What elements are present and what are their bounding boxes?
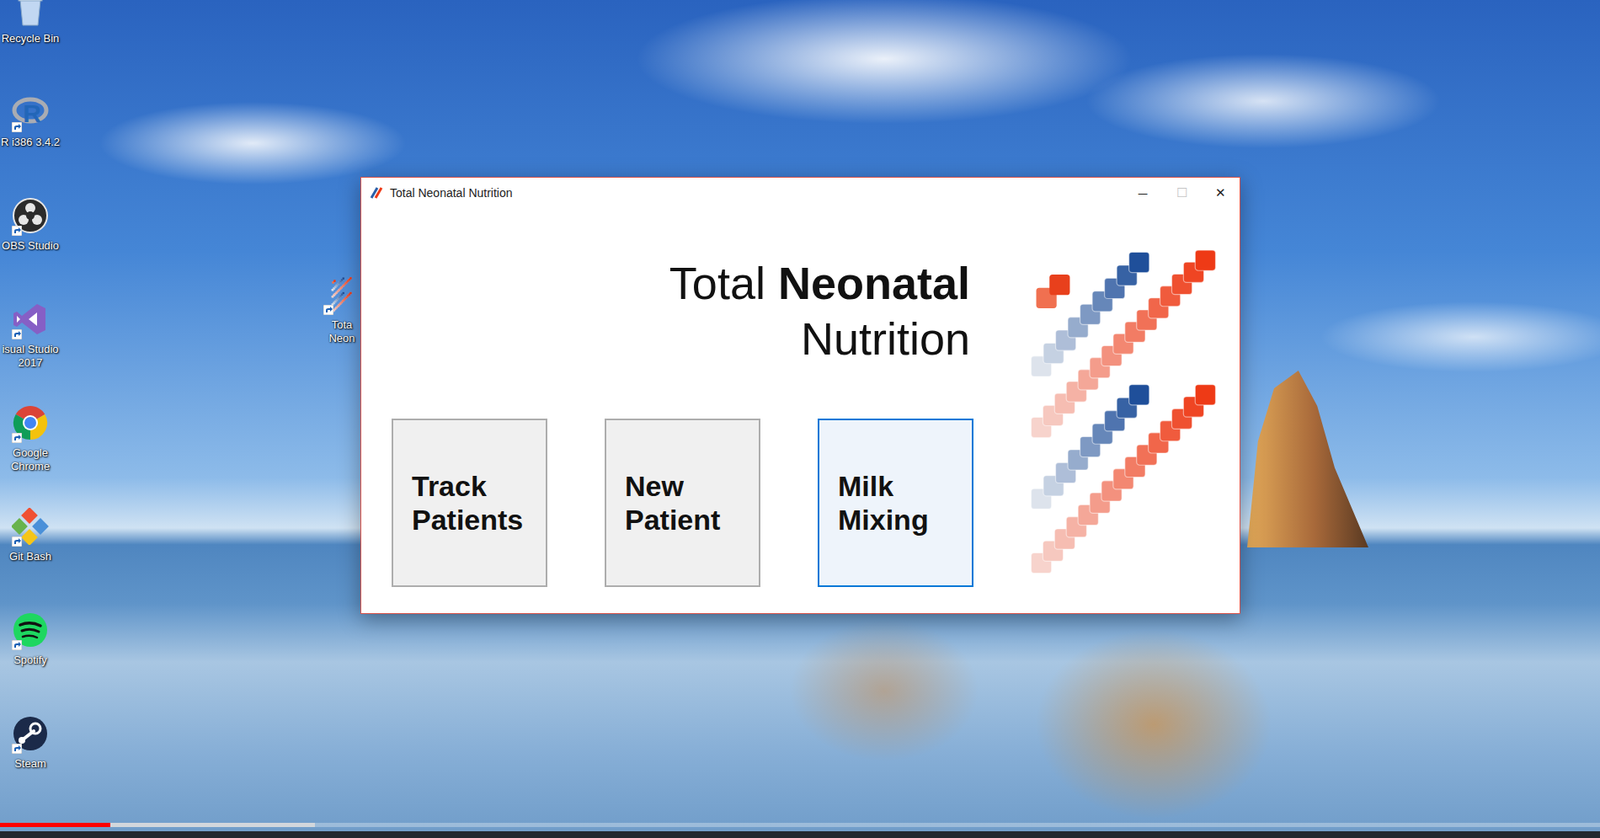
desktop-icon[interactable]: Steam [0, 706, 64, 811]
desktop-icon-image [10, 506, 51, 547]
desktop-icon-image [10, 298, 51, 340]
shortcut-arrow-icon [323, 304, 334, 315]
tile-button[interactable]: Milk Mixing [817, 418, 974, 587]
desktop-icon[interactable]: R R i386 3.4.2 [0, 85, 64, 189]
desktop-icon-image [10, 713, 51, 754]
title-bar[interactable]: Total Neonatal Nutrition ─☐✕ [361, 177, 1240, 208]
app-logo [1024, 241, 1228, 579]
desktop-icon[interactable]: OBS Studio [0, 188, 64, 293]
desktop-icon-label: Google Chrome [0, 446, 64, 474]
window-controls: ─☐✕ [1123, 177, 1240, 208]
app-window: Total Neonatal Nutrition─☐✕Total Neonata… [360, 176, 1241, 614]
desktop-icon-label: Steam [14, 757, 47, 771]
desktop-icon-label: Git Bash [9, 549, 52, 564]
desktop: Recycle Bin R R i386 3.4.2 OBS Studio isual … [0, 0, 1600, 838]
desktop-icon[interactable]: Google Chrome [0, 395, 64, 500]
desktop-icon[interactable]: Spotify [0, 602, 64, 707]
tile-button[interactable]: New Patient [604, 418, 761, 587]
desktop-icon-image: R [10, 91, 51, 133]
desktop-icon-column: Recycle Bin R R i386 3.4.2 OBS Studio isual … [0, 0, 64, 811]
window-body: Total NeonatalNutrition Track Patients New… [361, 208, 1240, 614]
played-fill [0, 822, 111, 827]
player-controls-strip [0, 831, 1600, 838]
close-button[interactable]: ✕ [1200, 177, 1240, 208]
desktop-icon-image [10, 0, 51, 29]
video-progress-bar[interactable] [0, 822, 1600, 827]
svg-text:R: R [22, 99, 42, 128]
app-logo-icon [369, 186, 384, 200]
main-column: Total NeonatalNutrition Track Patients New… [361, 208, 976, 614]
desktop-icon-label: R i386 3.4.2 [0, 135, 60, 150]
shortcut-arrow-icon [11, 329, 22, 340]
shortcut-arrow-icon [11, 536, 22, 547]
shortcut-arrow-icon [11, 743, 22, 754]
desktop-icon-image [10, 402, 51, 443]
wallpaper-cliff [1233, 370, 1369, 548]
desktop-icon[interactable]: Recycle Bin [0, 0, 64, 86]
desktop-icon[interactable]: Git Bash [0, 499, 64, 603]
logo-column [975, 208, 1240, 614]
desktop-icon-label: isual Studio 2017 [0, 342, 64, 370]
heading-word: Total [669, 257, 766, 309]
window-title: Total Neonatal Nutrition [389, 186, 513, 200]
shortcut-arrow-icon [11, 225, 22, 236]
minimize-button[interactable]: ─ [1123, 177, 1163, 208]
maximize-button: ☐ [1162, 177, 1201, 208]
desktop-icon[interactable]: Tota Neon [323, 274, 361, 346]
heading-line: Nutrition [391, 310, 971, 367]
desktop-icon-label: Tota Neon [323, 318, 361, 346]
heading-word: Neonatal [778, 257, 971, 309]
shortcut-arrow-icon [11, 640, 22, 651]
desktop-icon[interactable]: isual Studio 2017 [0, 292, 64, 396]
shortcut-arrow-icon [11, 432, 22, 443]
desktop-icon-image [321, 274, 363, 315]
desktop-icon-label: Recycle Bin [1, 32, 60, 46]
desktop-icon-image [10, 195, 51, 236]
shortcut-arrow-icon [11, 122, 22, 133]
recycle-bin-icon [11, 0, 49, 27]
app-heading: Total NeonatalNutrition [391, 255, 976, 367]
heading-line: Total Neonatal [391, 255, 971, 311]
desktop-icon-label: OBS Studio [1, 239, 59, 253]
tile-button[interactable]: Track Patients [391, 418, 548, 587]
button-row: Track Patients New Patient Milk Mixing [391, 418, 976, 587]
desktop-icon-image [10, 609, 51, 651]
desktop-icon-label: Spotify [13, 653, 48, 667]
